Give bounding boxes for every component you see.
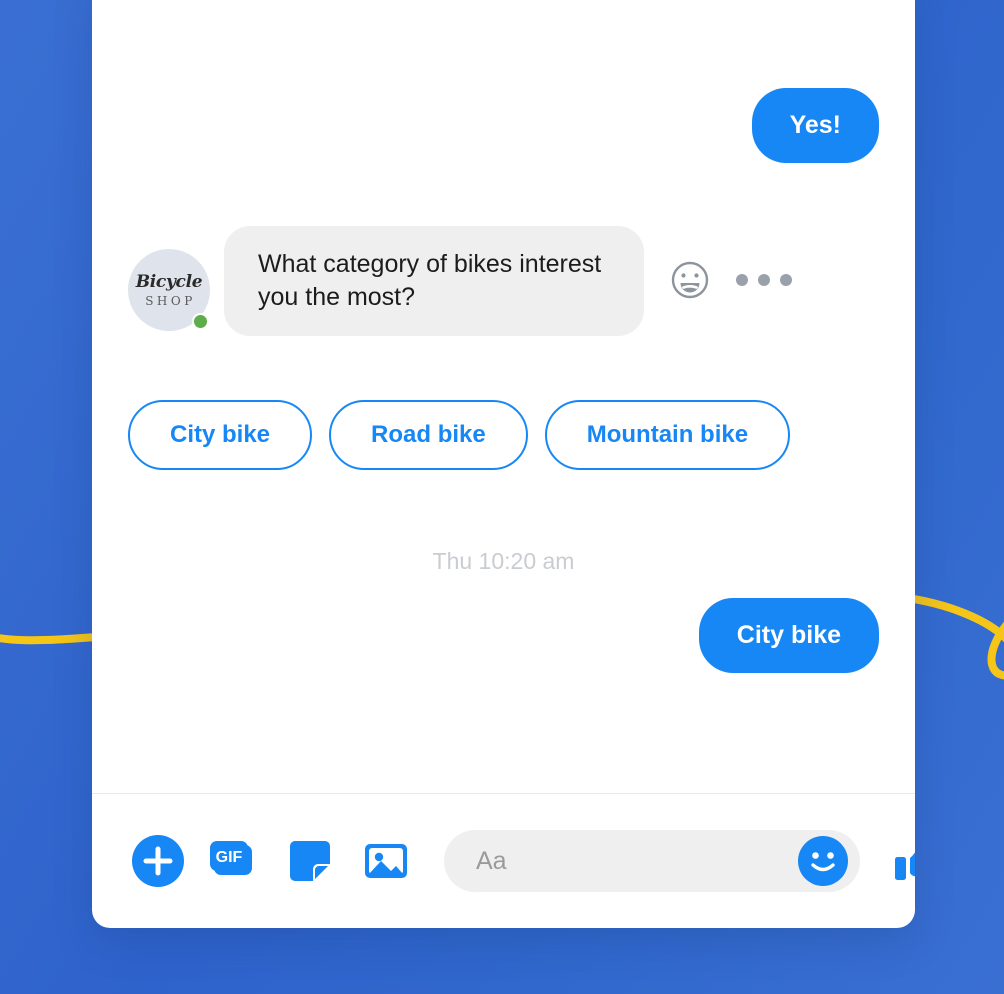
thumbs-up-icon[interactable] [890, 833, 915, 889]
emoji-smiley-icon[interactable] [798, 836, 848, 886]
message-row-incoming-category: Bicycle SHOP What category of bikes inte… [128, 226, 792, 336]
svg-text:GIF: GIF [216, 849, 243, 866]
message-composer: GIF [92, 793, 915, 928]
message-actions [670, 260, 792, 300]
gif-icon[interactable]: GIF [208, 835, 260, 887]
squiggle-decoration-right [900, 593, 1004, 680]
avatar[interactable]: Bicycle SHOP [128, 249, 210, 331]
conversation-timestamp: Thu 10:20 am [432, 548, 575, 574]
avatar-label-primary: Bicycle [135, 271, 203, 292]
message-bubble-category-question[interactable]: What category of bikes interest you the … [224, 226, 644, 336]
avatar-label-secondary: SHOP [145, 293, 196, 308]
message-row-outgoing-city-bike: City bike [698, 598, 879, 673]
quick-reply-group: City bike Road bike Mountain bike [128, 400, 791, 470]
more-options-icon[interactable] [736, 274, 792, 286]
quick-reply-road-bike[interactable]: Road bike [329, 400, 528, 470]
sticker-icon[interactable] [284, 835, 336, 887]
chat-window: Yes! Bicycle SHOP What category of bikes… [92, 0, 915, 928]
quick-reply-mountain-bike[interactable]: Mountain bike [544, 400, 791, 470]
message-bubble-city-bike[interactable]: City bike [698, 598, 879, 673]
smiley-react-icon[interactable] [670, 260, 710, 300]
message-list: Yes! Bicycle SHOP What category of bikes… [92, 0, 915, 793]
quick-reply-city-bike[interactable]: City bike [128, 400, 313, 470]
photo-icon[interactable] [360, 835, 412, 887]
plus-circle-icon[interactable] [132, 835, 184, 887]
online-status-indicator [192, 313, 209, 330]
message-row-outgoing-yes: Yes! [751, 88, 879, 163]
message-bubble-yes[interactable]: Yes! [751, 88, 879, 163]
message-input[interactable] [476, 846, 798, 876]
message-input-container[interactable] [444, 830, 860, 892]
